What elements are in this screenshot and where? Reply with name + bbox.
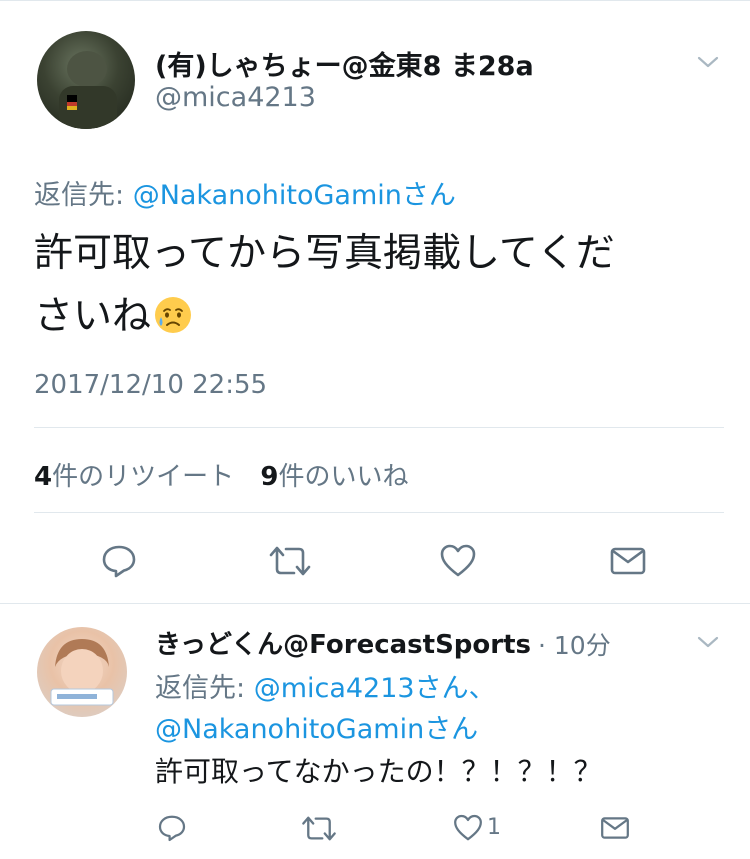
reply-to-line: 返信先: @NakanohitoGaminさん	[34, 173, 456, 212]
reply-to-line-2: @NakanohitoGaminさん	[155, 707, 478, 746]
mention-suffix: さん	[401, 180, 456, 211]
divider	[34, 427, 724, 428]
retweet-count: 4	[34, 462, 53, 492]
like-stat[interactable]: 9件のいいね	[260, 462, 408, 492]
tweet-text-line-1: 許可取ってから写真掲載してくだ	[34, 231, 615, 276]
retweet-icon	[269, 546, 311, 576]
chevron-down-icon[interactable]	[696, 50, 720, 74]
time-separator: ·	[538, 631, 546, 660]
mention-link[interactable]: @NakanohitoGamin	[133, 180, 402, 211]
reply-time-text: 10分	[553, 631, 611, 660]
reply-button[interactable]	[97, 539, 141, 583]
envelope-icon	[610, 547, 646, 575]
top-divider	[0, 0, 750, 1]
author-handle: @mica4213	[155, 82, 316, 113]
reply-author-name: きっどくん@ForecastSports	[155, 630, 531, 660]
tweet-stats: 4件のリツイート 9件のいいね	[34, 456, 408, 493]
chevron-down-icon[interactable]	[696, 630, 720, 654]
reply-like-count: 1	[487, 815, 501, 840]
author-avatar[interactable]	[37, 31, 135, 129]
envelope-icon	[601, 817, 629, 839]
tweet-text-line-2: さいね	[34, 285, 724, 348]
reply-to-prefix: 返信先:	[34, 180, 133, 211]
like-button[interactable]	[450, 810, 486, 846]
retweet-stat[interactable]: 4件のリツイート	[34, 462, 234, 492]
reply-text: 許可取ってなかったの！？！？！？	[155, 755, 602, 788]
reply-button[interactable]	[154, 810, 190, 846]
mention-link[interactable]: @mica4213	[254, 673, 415, 704]
retweet-button[interactable]	[266, 539, 314, 583]
like-button[interactable]	[436, 539, 480, 583]
heart-icon	[440, 544, 476, 577]
reply-to-line: 返信先: @mica4213さん、	[155, 666, 496, 705]
divider	[0, 603, 750, 604]
reply-icon	[102, 545, 136, 578]
tweet-text: 許可取ってから写真掲載してくだ さいね	[34, 222, 724, 348]
mention-link[interactable]: @NakanohitoGamin	[155, 714, 424, 745]
reply-author-avatar[interactable]	[37, 627, 127, 717]
direct-message-button[interactable]	[606, 539, 650, 583]
reply-icon	[158, 815, 186, 842]
heart-icon	[454, 814, 482, 841]
like-label: 件のいいね	[278, 462, 409, 492]
like-count: 9	[260, 462, 279, 492]
tweet-timestamp[interactable]: 2017/12/10 22:55	[34, 370, 267, 400]
mention-suffix: さん、	[414, 673, 496, 704]
sad-relieved-face-icon	[155, 297, 192, 333]
mention-suffix: さん	[424, 714, 479, 745]
direct-message-button[interactable]	[597, 810, 633, 846]
author-name: (有)しゃちょー@金東8 ま28a	[155, 51, 534, 82]
retweet-button[interactable]	[299, 810, 339, 846]
reply-time[interactable]: · 10分	[538, 626, 611, 662]
retweet-label: 件のリツイート	[52, 462, 235, 492]
tweet-text-line-2-text: さいね	[34, 294, 152, 339]
divider	[34, 512, 724, 513]
retweet-icon	[302, 816, 336, 840]
reply-to-prefix: 返信先:	[155, 673, 254, 704]
